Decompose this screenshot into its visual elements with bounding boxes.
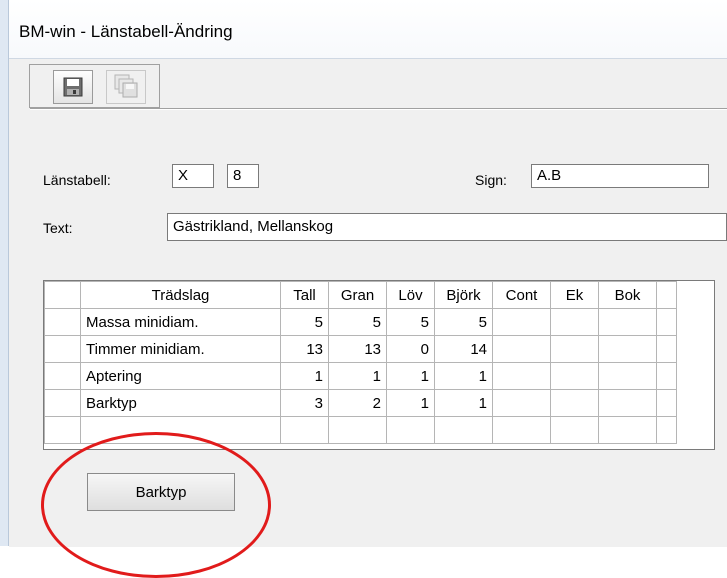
row-label[interactable]: Barktyp xyxy=(80,389,281,417)
row-selector[interactable] xyxy=(44,362,81,390)
cell-tall[interactable]: 5 xyxy=(280,308,329,336)
toolbar xyxy=(29,64,160,108)
column-header[interactable]: Björk xyxy=(434,281,493,309)
text-field[interactable]: Gästrikland, Mellanskog xyxy=(167,213,727,241)
lanstabell-label: Länstabell: xyxy=(43,172,111,188)
cell-lov[interactable]: 5 xyxy=(386,308,435,336)
cell-gran[interactable]: 5 xyxy=(328,308,387,336)
barktyp-button[interactable]: Barktyp xyxy=(87,473,235,511)
cell-empty[interactable] xyxy=(386,416,435,444)
cell-tall[interactable]: 13 xyxy=(280,335,329,363)
row-selector[interactable] xyxy=(44,335,81,363)
title-bar[interactable]: BM-win - Länstabell-Ändring xyxy=(9,0,727,58)
cell-empty[interactable] xyxy=(280,416,329,444)
table-row[interactable]: Aptering 1 1 1 1 xyxy=(44,362,677,390)
cell-lov[interactable]: 1 xyxy=(386,389,435,417)
column-header[interactable]: Bok xyxy=(598,281,657,309)
row-label[interactable]: Aptering xyxy=(80,362,281,390)
cell-bjork[interactable]: 14 xyxy=(434,335,493,363)
cell-tall[interactable]: 3 xyxy=(280,389,329,417)
cell-gran[interactable]: 2 xyxy=(328,389,387,417)
grid-table: Trädslag Tall Gran Löv Björk Cont Ek Bok… xyxy=(44,281,677,444)
row-selector[interactable] xyxy=(44,389,81,417)
column-header[interactable]: Tall xyxy=(280,281,329,309)
cell-gran[interactable]: 1 xyxy=(328,362,387,390)
save-icon xyxy=(63,77,83,97)
save-button[interactable] xyxy=(53,70,93,104)
column-header[interactable]: Cont xyxy=(492,281,551,309)
cell-bjork[interactable]: 5 xyxy=(434,308,493,336)
cell-ek[interactable] xyxy=(550,308,599,336)
row-label[interactable] xyxy=(80,416,281,444)
sign-label: Sign: xyxy=(475,172,507,188)
cell-tall[interactable]: 1 xyxy=(280,362,329,390)
cell-filler xyxy=(656,362,677,390)
cell-empty[interactable] xyxy=(328,416,387,444)
cell-filler xyxy=(656,308,677,336)
cell-bok[interactable] xyxy=(598,389,657,417)
cell-ek[interactable] xyxy=(550,389,599,417)
grid-header-row: Trädslag Tall Gran Löv Björk Cont Ek Bok xyxy=(44,281,677,309)
column-header-filler xyxy=(656,281,677,309)
cell-cont[interactable] xyxy=(492,389,551,417)
row-selector[interactable] xyxy=(44,416,81,444)
table-row[interactable]: Massa minidiam. 5 5 5 5 xyxy=(44,308,677,336)
cell-empty[interactable] xyxy=(492,416,551,444)
data-grid[interactable]: Trädslag Tall Gran Löv Björk Cont Ek Bok… xyxy=(43,280,715,450)
cell-cont[interactable] xyxy=(492,362,551,390)
cell-filler xyxy=(656,416,677,444)
column-header[interactable]: Ek xyxy=(550,281,599,309)
save-multiple-button[interactable] xyxy=(106,70,146,104)
cell-ek[interactable] xyxy=(550,335,599,363)
table-row[interactable] xyxy=(44,416,677,444)
cell-empty[interactable] xyxy=(434,416,493,444)
cell-cont[interactable] xyxy=(492,335,551,363)
save-multiple-icon xyxy=(114,74,138,98)
cell-lov[interactable]: 0 xyxy=(386,335,435,363)
cell-filler xyxy=(656,389,677,417)
text-label: Text: xyxy=(43,220,73,236)
column-header[interactable]: Trädslag xyxy=(80,281,281,309)
row-label[interactable]: Timmer minidiam. xyxy=(80,335,281,363)
table-row[interactable]: Timmer minidiam. 13 13 0 14 xyxy=(44,335,677,363)
cell-bok[interactable] xyxy=(598,308,657,336)
window-title: BM-win - Länstabell-Ändring xyxy=(19,22,233,41)
column-header[interactable]: Gran xyxy=(328,281,387,309)
window-left-edge xyxy=(0,0,9,546)
cell-bok[interactable] xyxy=(598,362,657,390)
cell-gran[interactable]: 13 xyxy=(328,335,387,363)
cell-bjork[interactable]: 1 xyxy=(434,362,493,390)
row-selector-header[interactable] xyxy=(44,281,81,309)
cell-cont[interactable] xyxy=(492,308,551,336)
cell-bjork[interactable]: 1 xyxy=(434,389,493,417)
cell-ek[interactable] xyxy=(550,362,599,390)
row-selector[interactable] xyxy=(44,308,81,336)
sign-field[interactable]: A.B xyxy=(531,164,709,188)
lanstabell-number-field[interactable]: 8 xyxy=(227,164,259,188)
cell-bok[interactable] xyxy=(598,335,657,363)
cell-filler xyxy=(656,335,677,363)
table-row[interactable]: Barktyp 3 2 1 1 xyxy=(44,389,677,417)
cell-empty[interactable] xyxy=(598,416,657,444)
cell-empty[interactable] xyxy=(550,416,599,444)
row-label[interactable]: Massa minidiam. xyxy=(80,308,281,336)
toolbar-separator xyxy=(30,108,727,110)
lanstabell-letter-field[interactable]: X xyxy=(172,164,214,188)
column-header[interactable]: Löv xyxy=(386,281,435,309)
cell-lov[interactable]: 1 xyxy=(386,362,435,390)
